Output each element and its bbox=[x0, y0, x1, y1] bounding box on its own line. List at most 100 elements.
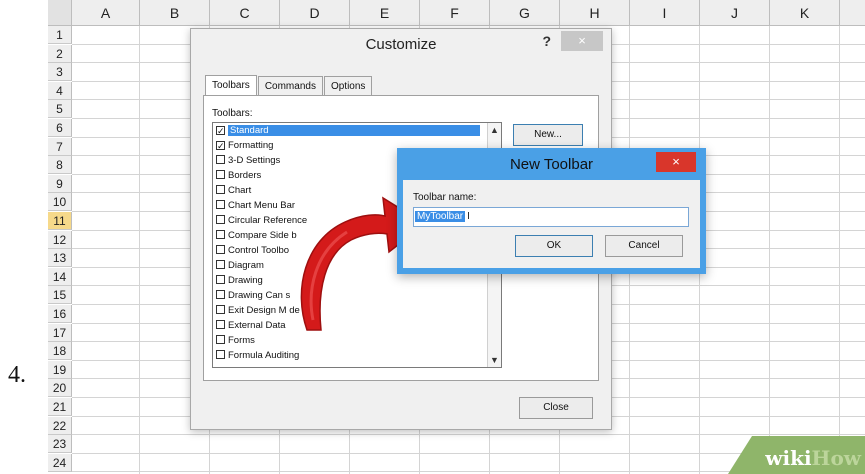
checkbox-icon[interactable] bbox=[216, 245, 225, 254]
new-toolbar-dialog: New Toolbar × Toolbar name: MyToolbar I O… bbox=[397, 148, 706, 274]
close-button[interactable]: Close bbox=[519, 397, 593, 419]
toolbar-list-item-label: Formula Auditing bbox=[228, 350, 300, 361]
row-header[interactable]: 1 bbox=[48, 26, 72, 44]
row-header[interactable]: 19 bbox=[48, 360, 72, 379]
checkbox-icon[interactable] bbox=[216, 170, 225, 179]
row-header[interactable]: 20 bbox=[48, 379, 72, 398]
checkbox-icon[interactable] bbox=[216, 200, 225, 209]
toolbar-list-item[interactable]: 3-D Settings bbox=[216, 155, 280, 166]
toolbar-list-item-label: Chart bbox=[228, 185, 252, 196]
checkbox-icon[interactable] bbox=[216, 335, 225, 344]
row-header[interactable]: 15 bbox=[48, 286, 72, 305]
help-icon[interactable]: ? bbox=[542, 33, 551, 49]
checkbox-icon[interactable] bbox=[216, 290, 225, 299]
row-header[interactable]: 7 bbox=[48, 137, 72, 156]
toolbar-list-item[interactable]: ✓ Standard bbox=[216, 125, 480, 136]
toolbar-list-item[interactable]: Control Toolbo bbox=[216, 245, 289, 256]
row-header[interactable]: 3 bbox=[48, 63, 72, 82]
checkbox-icon[interactable] bbox=[216, 155, 225, 164]
column-header[interactable]: H bbox=[560, 0, 630, 26]
checkbox-checked-icon[interactable]: ✓ bbox=[216, 141, 225, 151]
customize-close-button[interactable]: × bbox=[561, 31, 603, 51]
tab-strip: Toolbars Commands Options bbox=[205, 75, 373, 97]
toolbar-list-item[interactable]: Chart Menu Bar bbox=[216, 200, 295, 211]
checkbox-icon[interactable] bbox=[216, 305, 225, 314]
toolbar-list-item-label: Drawing bbox=[228, 275, 263, 286]
checkbox-icon[interactable] bbox=[216, 260, 225, 269]
row-header[interactable]: 21 bbox=[48, 398, 72, 416]
column-header[interactable]: D bbox=[280, 0, 350, 26]
toolbar-list-item[interactable]: Diagram bbox=[216, 260, 264, 271]
checkbox-icon[interactable] bbox=[216, 350, 225, 359]
text-cursor-icon: I bbox=[467, 211, 470, 222]
checkbox-icon[interactable] bbox=[216, 215, 225, 224]
row-header[interactable]: 16 bbox=[48, 305, 72, 323]
tab-options[interactable]: Options bbox=[323, 76, 373, 96]
row-header[interactable]: 8 bbox=[48, 156, 72, 175]
wikihow-logo: wikiHow bbox=[765, 446, 861, 470]
column-header[interactable]: K bbox=[770, 0, 840, 26]
row-header[interactable]: 23 bbox=[48, 435, 72, 454]
column-header[interactable] bbox=[840, 0, 865, 26]
toolbar-list-item-label: Diagram bbox=[228, 260, 264, 271]
row-header[interactable]: 22 bbox=[48, 416, 72, 435]
toolbar-list-item[interactable]: Drawing bbox=[216, 275, 263, 286]
checkbox-icon[interactable] bbox=[216, 230, 225, 239]
toolbar-name-label: Toolbar name: bbox=[413, 192, 477, 203]
new-toolbar-body: Toolbar name: MyToolbar I OK Cancel bbox=[403, 180, 700, 268]
row-header[interactable]: 9 bbox=[48, 174, 72, 193]
toolbar-list-item-label: 3-D Settings bbox=[228, 155, 281, 166]
row-header[interactable]: 24 bbox=[48, 453, 72, 472]
row-header[interactable]: 13 bbox=[48, 249, 72, 268]
toolbar-list-item[interactable]: Formula Auditing bbox=[216, 350, 299, 361]
select-all-corner[interactable] bbox=[48, 0, 72, 26]
column-header[interactable]: J bbox=[700, 0, 770, 26]
checkbox-checked-icon[interactable]: ✓ bbox=[216, 126, 225, 136]
new-toolbar-close-button[interactable]: × bbox=[656, 152, 696, 172]
toolbar-list-item[interactable]: External Data bbox=[216, 320, 286, 331]
toolbar-list-item[interactable]: Forms bbox=[216, 335, 255, 346]
tab-toolbars[interactable]: Toolbars bbox=[205, 75, 257, 97]
column-header[interactable]: G bbox=[490, 0, 560, 26]
row-header[interactable]: 5 bbox=[48, 100, 72, 119]
toolbar-list-item[interactable]: Drawing Can s bbox=[216, 290, 290, 301]
column-header[interactable]: C bbox=[210, 0, 280, 26]
toolbar-list-item-label: External Data bbox=[228, 320, 286, 331]
toolbar-list-item[interactable]: Borders bbox=[216, 170, 261, 181]
toolbar-name-value: MyToolbar bbox=[415, 211, 466, 222]
column-header[interactable]: E bbox=[350, 0, 420, 26]
row-header[interactable]: 4 bbox=[48, 81, 72, 100]
checkbox-icon[interactable] bbox=[216, 185, 225, 194]
column-header[interactable]: F bbox=[420, 0, 490, 26]
row-header[interactable]: 12 bbox=[48, 230, 72, 249]
toolbar-list-item-label: Forms bbox=[228, 335, 255, 346]
ok-button[interactable]: OK bbox=[515, 235, 593, 257]
scroll-down-icon[interactable]: ▼ bbox=[490, 355, 499, 365]
gridline-vertical bbox=[839, 26, 840, 474]
row-header[interactable]: 6 bbox=[48, 119, 72, 137]
row-header[interactable]: 18 bbox=[48, 342, 72, 361]
toolbar-list-item-label: Standard bbox=[228, 125, 480, 136]
toolbar-list-item[interactable]: Chart bbox=[216, 185, 251, 196]
scroll-up-icon[interactable]: ▲ bbox=[490, 125, 499, 135]
toolbars-label: Toolbars: bbox=[212, 108, 253, 119]
toolbar-list-item-label: Control Toolbo bbox=[228, 245, 290, 256]
row-header[interactable]: 17 bbox=[48, 323, 72, 342]
column-header[interactable]: B bbox=[140, 0, 210, 26]
cancel-button[interactable]: Cancel bbox=[605, 235, 683, 257]
column-header[interactable]: A bbox=[72, 0, 140, 26]
checkbox-icon[interactable] bbox=[216, 320, 225, 329]
toolbar-list-item[interactable]: ✓ Formatting bbox=[216, 140, 273, 151]
toolbar-list-item-label: Drawing Can s bbox=[228, 290, 291, 301]
gridline-vertical bbox=[769, 26, 770, 474]
column-header[interactable]: I bbox=[630, 0, 700, 26]
gridline-vertical bbox=[139, 26, 140, 474]
tab-commands[interactable]: Commands bbox=[257, 76, 323, 96]
toolbar-name-input[interactable]: MyToolbar I bbox=[413, 207, 689, 227]
row-header[interactable]: 10 bbox=[48, 193, 72, 212]
checkbox-icon[interactable] bbox=[216, 275, 225, 284]
new-button[interactable]: New... bbox=[513, 124, 583, 146]
row-header[interactable]: 11 bbox=[48, 212, 72, 230]
row-header[interactable]: 14 bbox=[48, 267, 72, 286]
row-header[interactable]: 2 bbox=[48, 44, 72, 63]
